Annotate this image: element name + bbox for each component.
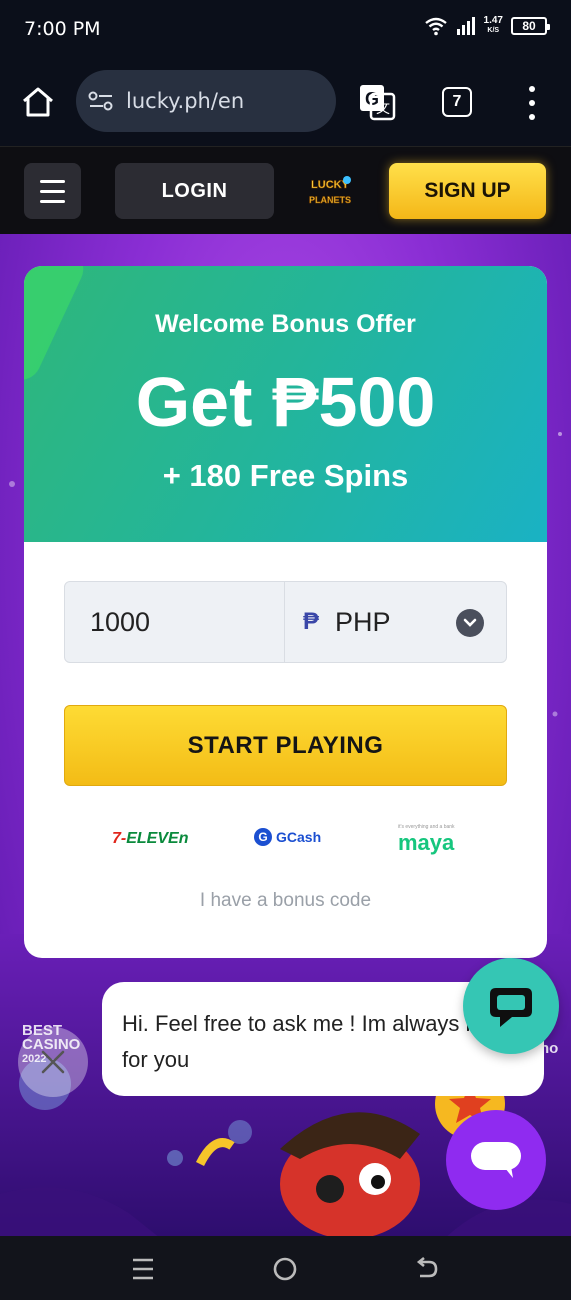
speed-value: 1.47 (483, 15, 503, 26)
chat-greeting-text: Hi. Feel free to ask me ! Im always here… (122, 1011, 510, 1072)
network-speed: 1.47 K/S (484, 16, 503, 36)
home-icon[interactable] (20, 84, 56, 120)
peso-icon: ₱ (303, 608, 320, 635)
browser-toolbar: lucky.ph/en G 文 7 (0, 58, 571, 146)
address-bar[interactable]: lucky.ph/en (76, 70, 336, 132)
seven-eleven-name: ELEVEn (126, 830, 189, 847)
chevron-down-icon[interactable] (456, 609, 484, 637)
status-bar: 7:00 PM 1.47 K/S 80 (0, 0, 571, 58)
status-time: 7:00 PM (24, 18, 101, 40)
battery-level: 80 (522, 19, 536, 33)
maya-label: maya (398, 830, 455, 855)
url-text: lucky.ph/en (126, 89, 245, 113)
back-icon[interactable] (412, 1254, 442, 1284)
chat-icon (490, 988, 532, 1027)
tab-switcher-button[interactable]: 7 (442, 87, 472, 117)
home-nav-icon[interactable] (270, 1254, 300, 1284)
battery-icon: 80 (511, 17, 550, 35)
welcome-bonus-card: Welcome Bonus Offer Get ₱500 + 180 Free … (24, 266, 547, 958)
wifi-icon (424, 17, 447, 36)
sign-up-button[interactable]: SIGN UP (389, 163, 546, 219)
seven-eleven-logo: 7-ELEVEn (112, 830, 188, 848)
deposit-amount-input[interactable]: 1000 (65, 582, 285, 662)
site-header: LOGIN LUCKY PLANETS SIGN UP (0, 146, 571, 234)
currency-label: PHP (335, 606, 391, 637)
signal-icon (456, 17, 475, 35)
site-settings-icon[interactable] (88, 91, 114, 111)
payment-methods: 7-ELEVEn G GCash it's everything and a ba… (24, 822, 547, 855)
speed-unit: K/S (487, 27, 500, 34)
bonus-title: Welcome Bonus Offer (155, 310, 416, 338)
login-button[interactable]: LOGIN (115, 163, 274, 219)
hamburger-menu-button[interactable] (24, 163, 81, 219)
bonus-free-spins: + 180 Free Spins (162, 458, 409, 493)
chat-launcher-button[interactable] (446, 1110, 546, 1210)
more-menu-icon[interactable] (520, 86, 544, 120)
bonus-banner: Welcome Bonus Offer Get ₱500 + 180 Free … (24, 266, 547, 542)
translate-icon[interactable]: G 文 (358, 83, 396, 121)
recent-apps-icon[interactable] (128, 1254, 158, 1284)
seven-eleven-prefix: 7- (112, 830, 127, 847)
tab-count: 7 (452, 93, 462, 110)
close-chat-button[interactable] (18, 1027, 88, 1097)
chat-open-button[interactable] (463, 958, 559, 1054)
status-icons: 1.47 K/S 80 (424, 16, 550, 36)
system-navigation-bar (0, 1236, 571, 1300)
bonus-amount: Get ₱500 (135, 363, 436, 441)
lucky-planets-logo[interactable]: LUCKY PLANETS (307, 171, 353, 213)
gcash-label: GCash (276, 829, 322, 845)
start-playing-button[interactable]: START PLAYING (64, 705, 507, 786)
close-icon (41, 1050, 65, 1074)
deposit-form: 1000 ₱ PHP (64, 581, 507, 663)
deposit-amount-value: 1000 (90, 606, 151, 637)
gcash-logo: G GCash (254, 828, 321, 846)
message-icon (471, 1142, 521, 1178)
currency-select[interactable]: ₱ PHP (285, 582, 506, 662)
gcash-icon: G (254, 828, 272, 846)
bonus-code-link[interactable]: I have a bonus code (24, 890, 547, 912)
maya-logo: it's everything and a bank maya (398, 824, 455, 856)
svg-text:PLANETS: PLANETS (309, 195, 351, 205)
svg-text:文: 文 (376, 101, 390, 117)
